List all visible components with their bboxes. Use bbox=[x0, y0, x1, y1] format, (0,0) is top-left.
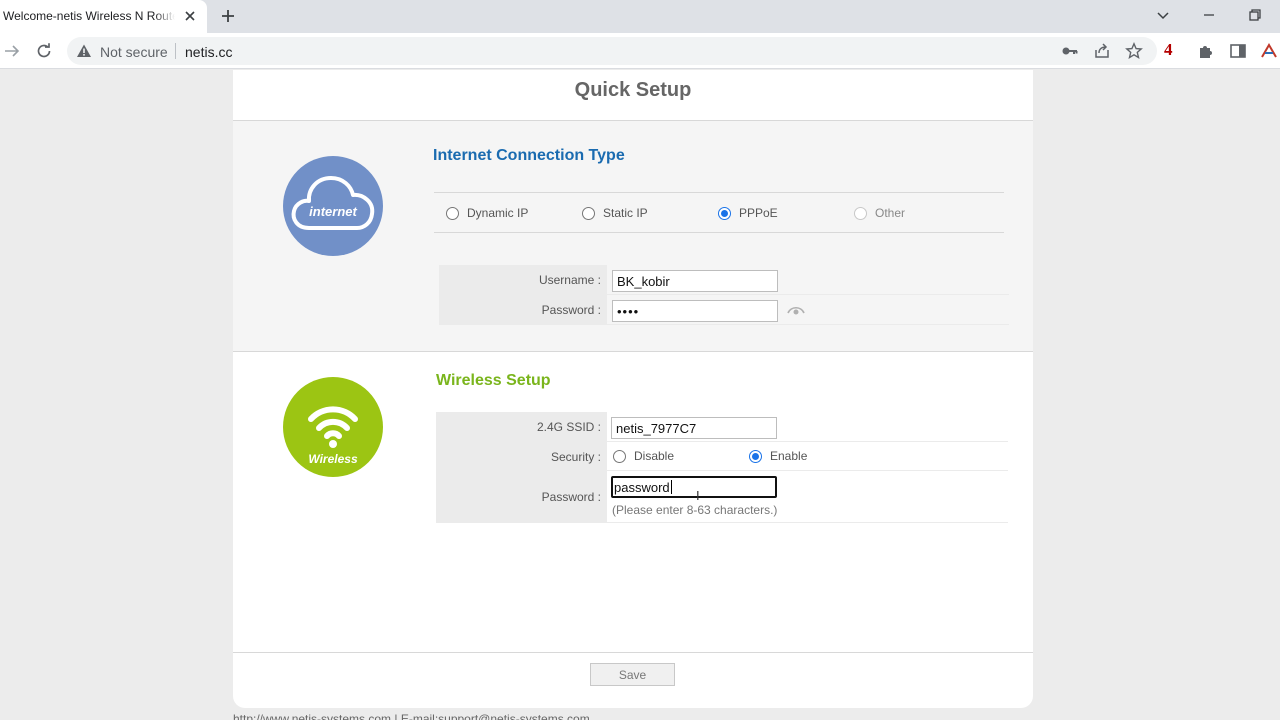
share-icon[interactable] bbox=[1093, 42, 1111, 60]
minimize-icon[interactable] bbox=[1201, 7, 1217, 23]
ssid-row: 2.4G SSID : netis_7977C7 bbox=[436, 412, 1008, 442]
cloud-icon: internet bbox=[291, 176, 375, 230]
wireless-setup-title: Wireless Setup bbox=[436, 372, 551, 389]
new-tab-icon[interactable] bbox=[219, 7, 237, 25]
radio-button-checked[interactable] bbox=[718, 206, 731, 220]
tab-search-chevron-icon[interactable] bbox=[1155, 7, 1171, 23]
radio-button[interactable] bbox=[582, 206, 595, 220]
radio-label: Static IP bbox=[603, 206, 648, 220]
profile-avatar-icon[interactable] bbox=[1261, 42, 1277, 60]
radio-button[interactable] bbox=[613, 449, 626, 463]
extensions-puzzle-icon[interactable] bbox=[1197, 42, 1215, 60]
text-caret bbox=[670, 480, 672, 494]
password-hint: (Please enter 8-63 characters.) bbox=[612, 503, 778, 517]
wireless-password-input[interactable]: password I bbox=[611, 476, 777, 503]
reload-icon[interactable] bbox=[35, 42, 53, 60]
extension-badge[interactable]: 4 bbox=[1164, 40, 1173, 60]
radio-label: Dynamic IP bbox=[467, 206, 529, 220]
wireless-icon-label: Wireless bbox=[308, 452, 358, 466]
footer-divider bbox=[233, 652, 1033, 653]
username-input[interactable]: BK_kobir bbox=[612, 270, 778, 292]
security-row: Security : Disable Enable bbox=[436, 442, 1008, 471]
radio-button-checked[interactable] bbox=[749, 449, 762, 463]
radio-other: Other bbox=[854, 205, 905, 221]
bookmark-star-icon[interactable] bbox=[1125, 42, 1143, 60]
wireless-password-value: password bbox=[614, 479, 670, 495]
internet-icon-label: internet bbox=[309, 204, 357, 219]
internet-cloud-icon: internet bbox=[283, 156, 383, 256]
restore-window-icon[interactable] bbox=[1247, 7, 1263, 23]
radio-static-ip[interactable]: Static IP bbox=[582, 205, 648, 221]
pppoe-password-label: Password : bbox=[439, 295, 607, 325]
internet-section: internet Internet Connection Type Dynami… bbox=[233, 121, 1033, 352]
show-password-eye-icon[interactable] bbox=[787, 303, 805, 317]
radio-button[interactable] bbox=[446, 206, 459, 220]
page-title: Quick Setup bbox=[574, 79, 692, 101]
browser-toolbar: Not secure netis.cc 4 bbox=[0, 33, 1280, 69]
pppoe-password-input[interactable]: •••• bbox=[612, 300, 778, 322]
browser-tab[interactable]: Welcome-netis Wireless N Router bbox=[0, 0, 207, 33]
ssid-label: 2.4G SSID : bbox=[436, 412, 607, 442]
username-row: Username : BK_kobir bbox=[439, 265, 1009, 295]
radio-security-enable[interactable]: Enable bbox=[749, 448, 807, 464]
ssid-input[interactable]: netis_7977C7 bbox=[611, 417, 777, 439]
wifi-icon: Wireless bbox=[308, 406, 358, 466]
radio-pppoe[interactable]: PPPoE bbox=[718, 205, 778, 221]
tab-title: Welcome-netis Wireless N Router bbox=[3, 9, 175, 23]
internet-connection-type-title: Internet Connection Type bbox=[433, 147, 625, 164]
close-tab-icon[interactable] bbox=[182, 8, 198, 24]
radio-label: Other bbox=[875, 206, 906, 220]
tab-bar: Welcome-netis Wireless N Router bbox=[0, 0, 1280, 33]
radio-label: PPPoE bbox=[739, 206, 778, 220]
radio-button-disabled bbox=[854, 206, 867, 220]
security-label: Security : bbox=[436, 442, 607, 471]
omnibox-separator bbox=[175, 43, 176, 59]
side-panel-icon[interactable] bbox=[1229, 42, 1247, 60]
wireless-password-label: Password : bbox=[436, 471, 607, 523]
wireless-wifi-icon: Wireless bbox=[283, 377, 383, 477]
url-text[interactable]: netis.cc bbox=[185, 44, 232, 60]
page-viewport: Quick Setup internet Internet Connection… bbox=[0, 70, 1280, 720]
radio-dynamic-ip[interactable]: Dynamic IP bbox=[446, 205, 528, 221]
quick-setup-card: Quick Setup internet Internet Connection… bbox=[233, 70, 1033, 708]
radio-label: Enable bbox=[770, 449, 808, 463]
username-label: Username : bbox=[439, 265, 607, 295]
wireless-section: Wireless Wireless Setup 2.4G SSID : neti… bbox=[233, 352, 1033, 652]
text-cursor-icon: I bbox=[696, 488, 700, 503]
connection-type-radio-group: Dynamic IP Static IP PPPoE Other bbox=[434, 192, 1004, 233]
pppoe-password-row: Password : •••• bbox=[439, 295, 1009, 325]
radio-security-disable[interactable]: Disable bbox=[613, 448, 674, 464]
address-bar[interactable]: Not secure netis.cc bbox=[67, 37, 1157, 65]
forward-arrow-icon[interactable] bbox=[3, 42, 21, 60]
save-button[interactable]: Save bbox=[590, 663, 675, 686]
footer-contact[interactable]: http://www.netis-systems.com | E-mail:su… bbox=[233, 712, 590, 720]
security-status[interactable]: Not secure bbox=[100, 44, 168, 60]
wireless-password-row: Password : password I (Please enter 8-63… bbox=[436, 471, 1008, 523]
warning-triangle-icon[interactable] bbox=[76, 43, 92, 59]
key-icon[interactable] bbox=[1061, 42, 1079, 60]
radio-label: Disable bbox=[634, 449, 675, 463]
